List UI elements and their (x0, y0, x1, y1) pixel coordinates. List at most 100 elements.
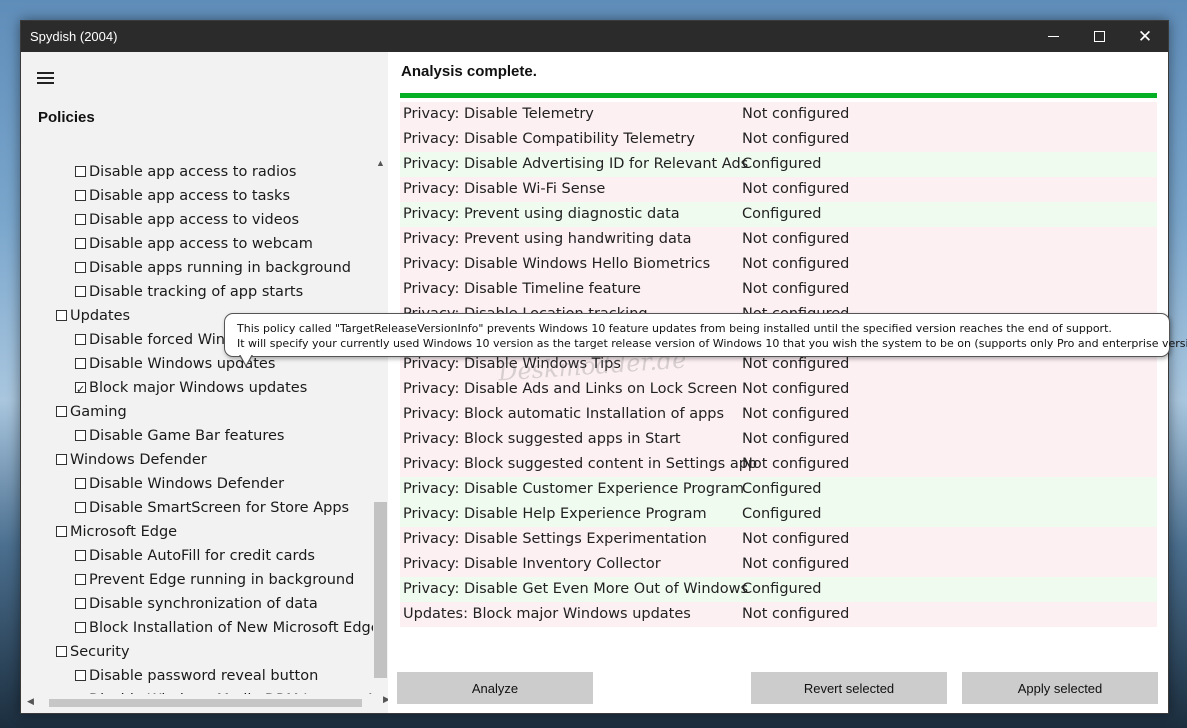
tree-item-label: Disable Game Bar features (89, 428, 285, 444)
policy-checkbox[interactable] (75, 262, 86, 273)
result-row[interactable]: Privacy: Disable Compatibility Telemetry… (400, 127, 1157, 152)
policy-checkbox[interactable] (75, 550, 86, 561)
tree-item-label: Disable apps running in background (89, 260, 352, 276)
tree-item[interactable]: Disable tracking of app starts (75, 280, 303, 304)
progress-fill (400, 93, 1157, 98)
policy-state: Not configured (742, 281, 850, 297)
tree-item[interactable]: Disable app access to videos (75, 208, 299, 232)
result-row[interactable]: Privacy: Block automatic Installation of… (400, 402, 1157, 427)
policy-checkbox[interactable] (56, 646, 67, 657)
policy-checkbox[interactable] (75, 378, 86, 402)
tree-horizontal-scrollbar[interactable]: ◀ (21, 694, 373, 711)
result-row[interactable]: Updates: Block major Windows updates Not … (400, 602, 1157, 627)
tree-item[interactable]: Disable SmartScreen for Store Apps (75, 496, 349, 520)
hamburger-icon[interactable] (37, 72, 54, 84)
result-row[interactable]: Privacy: Disable Help Experience Program… (400, 502, 1157, 527)
tree-item[interactable]: Disable app access to tasks (75, 184, 290, 208)
result-row[interactable]: Privacy: Disable Timeline feature Not con… (400, 277, 1157, 302)
policy-state: Not configured (742, 431, 850, 447)
apply-selected-button[interactable]: Apply selected (962, 672, 1158, 704)
policy-checkbox[interactable] (75, 478, 86, 489)
result-row[interactable]: Privacy: Disable Inventory Collector Not … (400, 552, 1157, 577)
result-row[interactable]: Privacy: Disable Advertising ID for Rele… (400, 152, 1157, 177)
result-row[interactable]: Privacy: Disable Telemetry Not configured (400, 102, 1157, 127)
policy-checkbox[interactable] (75, 286, 86, 297)
analyze-button[interactable]: Analyze (397, 672, 593, 704)
scroll-left-icon[interactable]: ◀ (27, 696, 34, 707)
result-row[interactable]: Privacy: Block suggested content in Sett… (400, 452, 1157, 477)
maximize-icon (1093, 31, 1105, 42)
tree-item[interactable]: Microsoft Edge (56, 520, 177, 544)
tree-item[interactable]: Disable synchronization of data (75, 592, 318, 616)
tree-item[interactable]: Disable Windows Defender (75, 472, 284, 496)
tree-item[interactable]: Gaming (56, 400, 127, 424)
policy-name: Updates: Block major Windows updates (403, 606, 691, 622)
scrollbar-thumb[interactable] (49, 699, 362, 707)
policy-checkbox[interactable] (56, 310, 67, 321)
policy-checkbox[interactable] (56, 526, 67, 537)
policy-tooltip: This policy called "TargetReleaseVersion… (224, 313, 1187, 367)
tree-item-label: Disable synchronization of data (89, 596, 318, 612)
policy-state: Not configured (742, 231, 850, 247)
tree-item[interactable]: Updates (56, 304, 130, 328)
policy-checkbox[interactable] (75, 574, 86, 585)
policy-name: Privacy: Prevent using diagnostic data (403, 206, 680, 222)
policy-checkbox[interactable] (75, 622, 86, 633)
tree-item[interactable]: Windows Defender (56, 448, 207, 472)
tree-item[interactable]: Block Installation of New Microsoft Edge (75, 616, 373, 640)
policy-checkbox[interactable] (75, 214, 86, 225)
tree-item[interactable]: Security (56, 640, 130, 664)
tree-item[interactable]: Disable password reveal button (75, 664, 318, 688)
policies-heading: Policies (38, 109, 95, 126)
policy-checkbox[interactable] (75, 670, 86, 681)
result-row[interactable]: Privacy: Disable Windows Hello Biometric… (400, 252, 1157, 277)
scroll-up-icon[interactable]: ▲ (373, 158, 388, 168)
revert-selected-button[interactable]: Revert selected (751, 672, 947, 704)
policy-name: Privacy: Disable Inventory Collector (403, 556, 661, 572)
policy-checkbox[interactable] (75, 238, 86, 249)
tree-vertical-scrollbar[interactable]: ▲ (373, 158, 388, 700)
policy-checkbox[interactable] (75, 190, 86, 201)
title-bar[interactable]: Spydish (2004) ✕ (21, 21, 1168, 52)
policy-checkbox[interactable] (75, 358, 86, 369)
policy-checkbox[interactable] (56, 406, 67, 417)
policy-state: Not configured (742, 381, 850, 397)
policy-name: Privacy: Disable Help Experience Program (403, 506, 707, 522)
minimize-button[interactable] (1030, 21, 1076, 52)
policy-tree: Disable app access to radios Disable app … (21, 160, 373, 700)
scrollbar-thumb[interactable] (374, 502, 387, 678)
policy-state: Not configured (742, 556, 850, 572)
result-row[interactable]: Privacy: Disable Get Even More Out of Wi… (400, 577, 1157, 602)
result-row[interactable]: Privacy: Block suggested apps in Start No… (400, 427, 1157, 452)
policy-checkbox[interactable] (75, 502, 86, 513)
result-row[interactable]: Privacy: Prevent using handwriting data N… (400, 227, 1157, 252)
tree-item-label: Disable app access to radios (89, 164, 297, 180)
tree-item[interactable]: Disable app access to radios (75, 160, 296, 184)
policy-state: Not configured (742, 531, 850, 547)
policy-state: Not configured (742, 256, 850, 272)
policy-checkbox[interactable] (75, 334, 86, 345)
close-button[interactable]: ✕ (1122, 21, 1168, 52)
policy-checkbox[interactable] (75, 598, 86, 609)
policy-state: Not configured (742, 106, 850, 122)
tree-item[interactable]: Prevent Edge running in background (75, 568, 354, 592)
result-row[interactable]: Privacy: Disable Wi-Fi Sense Not configur… (400, 177, 1157, 202)
tree-item-label: Security (70, 644, 130, 660)
result-row[interactable]: Privacy: Disable Settings Experimentatio… (400, 527, 1157, 552)
tree-item[interactable]: Disable Game Bar features (75, 424, 284, 448)
policy-state: Configured (742, 581, 822, 597)
policy-checkbox[interactable] (75, 430, 86, 441)
policy-checkbox[interactable] (56, 454, 67, 465)
tree-item[interactable]: Disable app access to webcam (75, 232, 313, 256)
tree-item[interactable]: Disable AutoFill for credit cards (75, 544, 315, 568)
tree-item[interactable]: Disable apps running in background (75, 256, 351, 280)
tree-item-label: Disable Windows Defender (89, 476, 285, 492)
result-row[interactable]: Privacy: Disable Customer Experience Pro… (400, 477, 1157, 502)
policy-name: Privacy: Block automatic Installation of… (403, 406, 725, 422)
policy-name: Privacy: Disable Timeline feature (403, 281, 641, 297)
policy-checkbox[interactable] (75, 166, 86, 177)
maximize-button[interactable] (1076, 21, 1122, 52)
tree-item[interactable]: Block major Windows updates (75, 376, 307, 402)
tree-item-label: Disable app access to webcam (89, 236, 313, 252)
result-row[interactable]: Privacy: Prevent using diagnostic data Co… (400, 202, 1157, 227)
